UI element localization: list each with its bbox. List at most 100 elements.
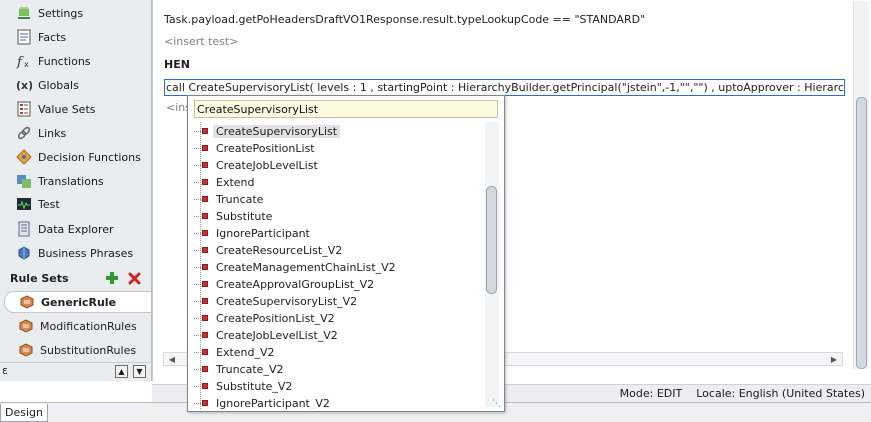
autocomplete-popup: CreateSupervisoryList CreatePositionList C… <box>187 95 505 412</box>
editor-vertical-scrollbar[interactable] <box>853 1 869 369</box>
rule-sets-title: Rule Sets <box>10 271 69 285</box>
nav-item-links[interactable]: Links <box>16 123 66 143</box>
links-icon <box>16 125 32 141</box>
function-marker-icon <box>194 366 208 372</box>
nav-item-label: Settings <box>38 6 84 20</box>
function-marker-icon <box>194 264 208 270</box>
autocomplete-item[interactable]: CreateJobLevelList <box>194 157 318 173</box>
function-marker-icon <box>194 349 208 355</box>
autocomplete-item-label: CreateJobLevelList_V2 <box>216 328 338 342</box>
function-marker-icon <box>194 315 208 321</box>
autocomplete-item[interactable]: CreateJobLevelList_V2 <box>194 327 338 343</box>
autocomplete-item[interactable]: IgnoreParticipant_V2 <box>194 395 330 410</box>
add-rule-set-button[interactable] <box>104 270 120 286</box>
nav-item-label: Test <box>38 197 60 211</box>
nav-item-label: Translations <box>38 174 104 188</box>
nav-item-label: Value Sets <box>38 102 96 116</box>
autocomplete-item[interactable]: Extend <box>194 174 255 190</box>
autocomplete-list: CreateSupervisoryList CreatePositionList C… <box>188 122 488 409</box>
nav-item-label: Facts <box>38 30 67 44</box>
autocomplete-item[interactable]: IgnoreParticipant <box>194 225 310 241</box>
function-marker-icon <box>194 298 208 304</box>
rule-set-item[interactable]: ModificationRules <box>4 315 151 337</box>
autocomplete-item[interactable]: CreatePositionList <box>194 140 315 156</box>
action-expression-field[interactable]: call CreateSupervisoryList( levels : 1 ,… <box>164 79 845 96</box>
autocomplete-search-input[interactable] <box>194 100 498 118</box>
rule-sets-header: Rule Sets <box>10 269 142 287</box>
function-marker-icon <box>194 196 208 202</box>
plus-icon <box>106 272 118 284</box>
value-sets-icon <box>16 101 32 117</box>
nav-item-business-phrases[interactable]: Business Phrases <box>16 243 133 263</box>
nav-item-functions[interactable]: f x Functions <box>16 51 91 71</box>
autocomplete-scrollbar[interactable] <box>485 122 499 407</box>
nav-item-decision-functions[interactable]: Decision Functions <box>16 147 141 167</box>
autocomplete-item[interactable]: CreatePositionList_V2 <box>194 310 335 326</box>
nav-item-label: Decision Functions <box>38 150 141 164</box>
autocomplete-item-label: Substitute <box>216 209 273 223</box>
rule-set-label: ModificationRules <box>40 319 137 333</box>
rule-set-item[interactable]: SubstitutionRules <box>4 339 151 361</box>
function-marker-icon <box>194 247 208 253</box>
autocomplete-item[interactable]: CreateApprovalGroupList_V2 <box>194 276 374 292</box>
locale-status: Locale: English (United States) <box>696 387 865 400</box>
nav-item-test[interactable]: Test <box>16 194 60 214</box>
scroll-left-icon[interactable]: ◀ <box>166 354 178 364</box>
function-marker-icon <box>194 400 208 406</box>
autocomplete-item[interactable]: CreateSupervisoryList_V2 <box>194 293 358 309</box>
autocomplete-item[interactable]: Substitute <box>194 208 273 224</box>
nav-item-label: Links <box>38 126 67 140</box>
collapse-icon[interactable]: ε <box>2 364 8 377</box>
rule-set-icon <box>18 319 34 333</box>
scroll-right-icon[interactable]: ▶ <box>828 354 840 364</box>
vertical-scroll-thumb[interactable] <box>856 97 867 369</box>
condition-expression[interactable]: Task.payload.getPoHeadersDraftVO1Respons… <box>164 13 645 26</box>
autocomplete-item-label: CreateSupervisoryList_V2 <box>216 294 358 308</box>
autocomplete-item[interactable]: Truncate <box>194 191 264 207</box>
scroll-down-button[interactable]: ▼ <box>133 365 146 378</box>
autocomplete-item[interactable]: Extend_V2 <box>194 344 275 360</box>
rule-set-item[interactable]: GenericRule <box>4 291 151 313</box>
nav-item-data-explorer[interactable]: Data Explorer <box>16 219 114 239</box>
data-explorer-icon <box>16 221 32 237</box>
autocomplete-item[interactable]: CreateManagementChainList_V2 <box>194 259 396 275</box>
autocomplete-item-label: CreateSupervisoryList <box>213 124 341 138</box>
autocomplete-item-label: CreateJobLevelList <box>216 158 318 172</box>
nav-item-label: Data Explorer <box>38 222 114 236</box>
function-marker-icon <box>194 383 208 389</box>
autocomplete-item-label: Extend <box>216 175 255 189</box>
autocomplete-item-label: Truncate_V2 <box>216 362 284 376</box>
scroll-up-button[interactable]: ▲ <box>115 365 128 378</box>
svg-text:f: f <box>16 55 24 69</box>
autocomplete-item[interactable]: CreateResourceList_V2 <box>194 242 342 258</box>
nav-item-settings[interactable]: Settings <box>16 3 83 23</box>
delete-rule-set-button[interactable] <box>126 270 142 286</box>
facts-icon <box>16 29 32 45</box>
tab-design[interactable]: Design <box>0 404 48 422</box>
insert-test-placeholder[interactable]: <insert test> <box>164 35 238 48</box>
nav-item-value-sets[interactable]: Value Sets <box>16 99 96 119</box>
nav-item-translations[interactable]: Translations <box>16 171 104 191</box>
function-marker-icon <box>194 230 208 236</box>
rule-set-label: GenericRule <box>41 295 117 309</box>
autocomplete-scroll-thumb[interactable] <box>486 186 497 294</box>
nav-footer: ε ▲ ▼ <box>0 362 152 380</box>
svg-text:x: x <box>24 60 29 69</box>
nav-item-globals[interactable]: (x) Globals <box>16 75 79 95</box>
nav-item-facts[interactable]: Facts <box>16 27 66 47</box>
function-marker-icon <box>194 332 208 338</box>
function-marker-icon <box>194 162 208 168</box>
function-marker-icon <box>194 145 208 151</box>
business-phrases-icon <box>16 245 32 261</box>
left-navigation-panel: Settings Facts f x Functions (x) Globals Value … <box>0 0 152 381</box>
svg-text:(x): (x) <box>16 79 32 92</box>
settings-icon <box>16 5 32 21</box>
autocomplete-item[interactable]: CreateSupervisoryList <box>194 123 341 139</box>
autocomplete-item-label: Truncate <box>216 192 264 206</box>
autocomplete-item-label: CreateManagementChainList_V2 <box>216 260 396 274</box>
resize-grip-icon[interactable]: ⋱ <box>492 399 501 409</box>
translations-icon <box>16 173 32 189</box>
autocomplete-item[interactable]: Substitute_V2 <box>194 378 292 394</box>
autocomplete-item[interactable]: Truncate_V2 <box>194 361 284 377</box>
autocomplete-item-label: IgnoreParticipant_V2 <box>216 396 330 410</box>
